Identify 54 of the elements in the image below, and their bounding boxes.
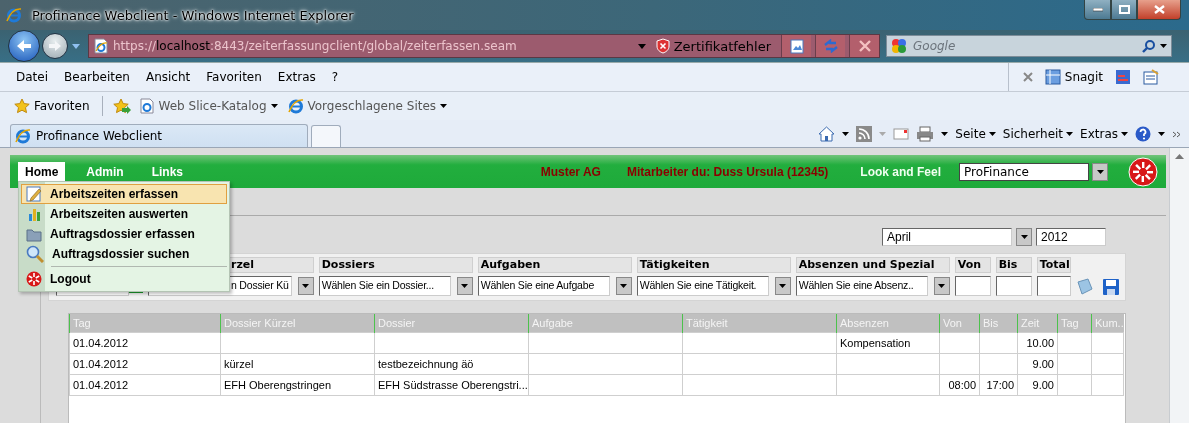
table-cell: 08:00 [939,374,980,396]
menu-item[interactable]: ? [323,67,347,87]
column-header: Bis [995,257,1032,273]
menu-item[interactable]: Arbeitszeiten auswerten [21,204,227,224]
command-menu[interactable]: Seite [955,127,996,141]
menu-item[interactable]: Datei [8,67,56,87]
company-name: Muster AG [540,164,601,179]
menu-item[interactable]: Bearbeiten [56,67,138,87]
table-cell: 17:00 [979,374,1018,396]
table-cell: EFH Südstrasse Oberengstri... [374,374,529,396]
column-header: Aufgaben [477,257,632,273]
table-cell: testbezeichnung äö [374,353,529,375]
window-title: Profinance Webclient - Windows Internet Explorer [31,6,355,25]
theme-select[interactable]: ProFinance [959,162,1089,181]
table-cell: EFH Oberengstringen [220,374,375,396]
select-field[interactable]: Wählen Sie eine Absenz.. [795,276,928,296]
menu-item[interactable]: Extras [269,67,324,87]
snagit-button[interactable]: Snagit [1044,69,1103,85]
favorites-link[interactable]: Web Slice-Katalog [136,96,280,116]
table-cell: Kompensation [836,332,940,354]
url-text: https://localhost:8443/zeiterfassungclient/global/zeiterfassen.seam [113,39,518,53]
column-header: Tätigkeiten [636,257,791,273]
look-and-feel-label: Look and Feel [860,164,941,179]
search-field[interactable]: Google [886,35,1172,57]
favorites-button[interactable]: Favoriten [12,96,92,116]
menu-item[interactable]: Ansicht [137,67,199,87]
column-header: Dossiers [318,257,473,273]
table-cell: 10.00 [1017,332,1058,354]
column-header: Von [954,257,991,273]
month-select[interactable]: April [882,228,1012,246]
search-input[interactable]: Google [911,38,1138,54]
table-cell: 9.00 [1017,353,1058,375]
menu-item[interactable]: Auftragsdossier erfassen [21,224,227,244]
certificate-error-button[interactable]: Zertifikatfehler [649,38,777,54]
table-cell: 9.00 [1017,374,1058,396]
column-header: Absenzen und Spezial [795,257,950,273]
browser-tab[interactable]: Profinance Webclient [10,124,308,147]
menu-item[interactable]: Favoriten [198,67,270,87]
command-menu[interactable]: Sicherheit [1002,127,1074,141]
employee-name: Mitarbeiter du: Duss Ursula (12345) [626,164,829,179]
select-field[interactable]: Wählen Sie ein Dossier... [318,276,451,296]
table-cell: 01.04.2012 [69,332,221,354]
table-cell: 01.04.2012 [69,353,221,375]
select-field[interactable]: Wählen Sie eine Aufgabe [477,276,610,296]
command-menu[interactable]: Extras [1080,127,1128,141]
table-cell: 01.04.2012 [69,374,221,396]
nav-item[interactable]: Home [18,161,66,182]
year-field[interactable]: 2012 [1036,228,1106,246]
menu-item[interactable]: Arbeitszeiten erfassen [21,184,227,204]
table-cell: kürzel [220,353,375,375]
column-header: Total [1036,257,1071,273]
favorites-link[interactable]: Vorgeschlagene Sites [285,96,450,116]
address-bar[interactable]: https://localhost:8443/zeiterfassungclient/global/zeiterfassen.seam Zertifikatfehler [88,34,880,58]
select-field[interactable]: Wählen Sie eine Tätigkeit. [636,276,769,296]
